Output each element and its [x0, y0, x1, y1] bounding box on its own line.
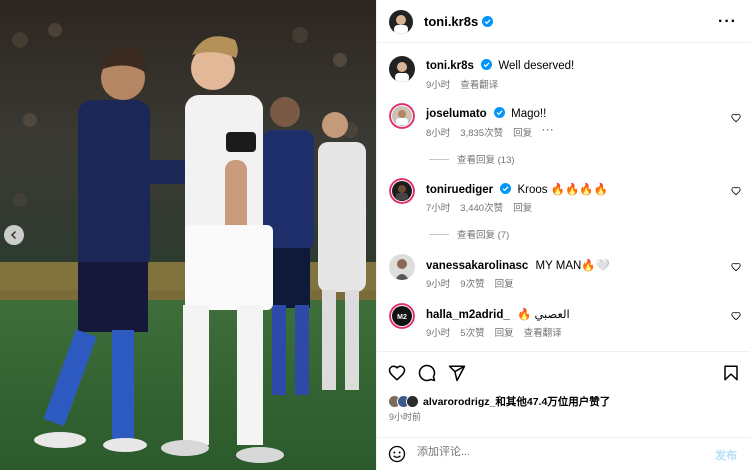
- reply-button[interactable]: 回复: [513, 200, 532, 214]
- comment-line: joselumato Mago!!: [426, 107, 546, 120]
- comment-line: vanessakarolinasc MY MAN🔥🤍: [426, 258, 610, 272]
- caption-author-avatar[interactable]: [389, 56, 415, 82]
- caption-time: 9小时: [426, 80, 451, 91]
- share-icon[interactable]: [448, 364, 466, 382]
- bookmark-icon[interactable]: [722, 364, 740, 382]
- comment-likes[interactable]: 3,835次赞: [460, 125, 503, 139]
- verified-icon: [493, 107, 505, 118]
- comment-text: MY MAN🔥🤍: [535, 260, 610, 272]
- post-time: 9小时前: [389, 412, 422, 422]
- post-photo: [0, 0, 376, 470]
- comment-icon[interactable]: [418, 364, 436, 382]
- verified-icon: [500, 183, 512, 194]
- comment-time: 9小时: [426, 279, 451, 290]
- comment-text: 🔥 العصبي: [516, 309, 570, 321]
- commenter-avatar[interactable]: M2: [389, 303, 415, 329]
- comment-likes[interactable]: 3,440次赞: [460, 200, 503, 214]
- comment-input[interactable]: [417, 446, 687, 458]
- caption-author-name[interactable]: toni.kr8s: [426, 60, 474, 72]
- comment-text: Kroos 🔥🔥🔥🔥: [517, 184, 609, 196]
- heart-icon[interactable]: [731, 262, 741, 272]
- comment-likes[interactable]: 5次赞: [460, 325, 484, 339]
- comment-meta: 7小时 3,440次赞 回复: [426, 200, 532, 214]
- verified-icon: [481, 59, 493, 70]
- comment-line: halla_m2adrid_ 🔥 العصبي: [426, 307, 570, 321]
- replies-divider: [429, 158, 449, 160]
- heart-icon[interactable]: [731, 311, 741, 321]
- comment-more-icon[interactable]: ···: [542, 125, 555, 139]
- add-comment-bar: 发布: [377, 437, 750, 470]
- reply-button[interactable]: 回复: [513, 125, 532, 139]
- svg-text:M2: M2: [397, 314, 407, 321]
- post-header: toni.kr8s ···: [377, 0, 750, 43]
- comment-line: toniruediger Kroos 🔥🔥🔥🔥: [426, 182, 608, 196]
- comment-meta: 8小时 3,835次赞 回复 ···: [426, 125, 555, 139]
- comment-meta: 9小时 5次赞 回复 查看翻译: [426, 325, 562, 339]
- emoji-icon[interactable]: [388, 445, 406, 463]
- more-icon[interactable]: ···: [718, 13, 737, 31]
- post-comment-button[interactable]: 发布: [715, 447, 737, 463]
- post-detail-panel: toni.kr8s ··· toni.kr8s Well deserved! 9…: [376, 0, 750, 470]
- comment-meta: 9小时 9次赞 回复: [426, 276, 514, 290]
- caption-text: Well deserved!: [498, 60, 575, 72]
- post-actions: alvarorodrigz_和其他47.4万位用户赞了 9小时前: [377, 351, 750, 437]
- like-heart-icon[interactable]: [388, 364, 406, 382]
- comment-time: 9小时: [426, 328, 451, 339]
- previous-photo-button[interactable]: [4, 225, 24, 245]
- likes-text: alvarorodrigz_和其他47.4万位用户赞了: [423, 396, 611, 408]
- comment-time: 7小时: [426, 203, 451, 214]
- replies-divider: [429, 233, 449, 235]
- chevron-left-icon: [10, 230, 17, 240]
- comment-text: Mago!!: [511, 108, 547, 120]
- commenter-avatar[interactable]: [389, 254, 415, 280]
- view-replies[interactable]: 查看回复 (7): [429, 227, 509, 241]
- view-replies[interactable]: 查看回复 (13): [429, 152, 515, 166]
- translate-link[interactable]: 查看翻译: [460, 77, 498, 91]
- commenter-name[interactable]: halla_m2adrid_: [426, 309, 510, 321]
- heart-icon[interactable]: [731, 186, 741, 196]
- comment-likes[interactable]: 9次赞: [460, 276, 484, 290]
- caption-meta: 9小时 查看翻译: [426, 77, 498, 91]
- commenter-name[interactable]: toniruediger: [426, 184, 493, 196]
- comment-time: 8小时: [426, 128, 451, 139]
- commenter-avatar[interactable]: [389, 103, 415, 129]
- commenter-avatar[interactable]: [389, 178, 415, 204]
- likes-summary[interactable]: alvarorodrigz_和其他47.4万位用户赞了: [388, 394, 610, 409]
- liker-avatar: [406, 395, 419, 408]
- commenter-name[interactable]: joselumato: [426, 108, 487, 120]
- translate-link[interactable]: 查看翻译: [524, 325, 562, 339]
- reply-button[interactable]: 回复: [495, 325, 514, 339]
- heart-icon[interactable]: [731, 113, 741, 123]
- verified-icon: [482, 16, 494, 27]
- author-avatar[interactable]: [389, 10, 413, 34]
- reply-button[interactable]: 回复: [495, 276, 514, 290]
- commenter-name[interactable]: vanessakarolinasc: [426, 260, 528, 272]
- author-name[interactable]: toni.kr8s: [424, 14, 494, 29]
- caption-line: toni.kr8s Well deserved!: [426, 59, 574, 72]
